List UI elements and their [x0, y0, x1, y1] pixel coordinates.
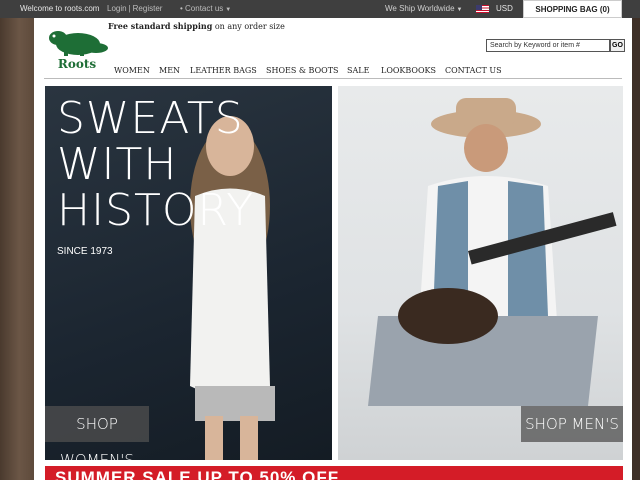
- search-input[interactable]: Search by Keyword or item #: [486, 39, 610, 52]
- register-link[interactable]: Register: [133, 4, 163, 13]
- promo-bold: Free standard shipping: [108, 21, 213, 31]
- contact-dropdown[interactable]: • Contact us ▼: [180, 4, 231, 13]
- beaver-logo-icon: [49, 31, 108, 56]
- nav-item-men[interactable]: MEN: [159, 66, 180, 75]
- logo-text: Roots: [57, 57, 97, 71]
- shopping-bag-button[interactable]: SHOPPING BAG (0): [523, 0, 622, 18]
- promo-rest: on any order size: [214, 22, 285, 31]
- roots-logo[interactable]: Roots: [44, 24, 110, 71]
- currency-selector[interactable]: USD: [496, 4, 513, 13]
- utility-bar: Welcome to roots.com Login | Register • Co…: [0, 0, 640, 18]
- men-model-image: [368, 98, 617, 406]
- nav-item-contact-us[interactable]: CONTACT US: [445, 66, 502, 75]
- account-links: Login | Register: [107, 4, 163, 13]
- shop-womens-button[interactable]: SHOP WOMEN'S: [45, 406, 149, 460]
- shop-mens-button[interactable]: SHOP MEN'S: [521, 406, 623, 442]
- hero-women-panel[interactable]: SWEATS WITH HISTORY SINCE 1973 SHOP WOME…: [45, 86, 332, 460]
- headline-line-1: SWEATS: [57, 93, 244, 144]
- ship-worldwide-dropdown[interactable]: We Ship Worldwide ▼: [385, 4, 462, 13]
- login-link[interactable]: Login: [107, 4, 127, 13]
- hero-men-panel[interactable]: SHOP MEN'S: [338, 86, 623, 460]
- nav-item-lookbooks[interactable]: LOOKBOOKS: [381, 66, 436, 75]
- us-flag-icon[interactable]: [476, 5, 489, 13]
- nav-item-women[interactable]: WOMEN: [114, 66, 150, 75]
- caret-down-icon: ▼: [456, 7, 463, 13]
- ship-label: We Ship Worldwide: [385, 4, 455, 13]
- main-panel: Roots Free standard shipping on any orde…: [34, 18, 632, 480]
- search-go-button[interactable]: GO: [610, 39, 625, 52]
- headline-line-2: WITH: [57, 139, 178, 190]
- shipping-promo: Free standard shipping on any order size: [108, 21, 285, 31]
- since-text: SINCE 1973: [57, 246, 113, 257]
- caret-down-icon: ▼: [225, 7, 232, 13]
- nav-item-leather-bags[interactable]: LEATHER BAGS: [190, 66, 257, 75]
- hero-headline: SWEATS WITH HISTORY: [57, 96, 254, 234]
- welcome-text: Welcome to roots.com: [20, 4, 100, 13]
- nav-divider: [44, 78, 622, 79]
- nav-item-sale[interactable]: SALE: [347, 66, 369, 75]
- headline-line-3: HISTORY: [57, 185, 255, 236]
- summer-sale-banner[interactable]: SUMMER SALE UP TO 50% OFF: [45, 466, 623, 480]
- nav-item-shoes-boots[interactable]: SHOES & BOOTS: [266, 66, 339, 75]
- contact-label: Contact us: [185, 4, 224, 13]
